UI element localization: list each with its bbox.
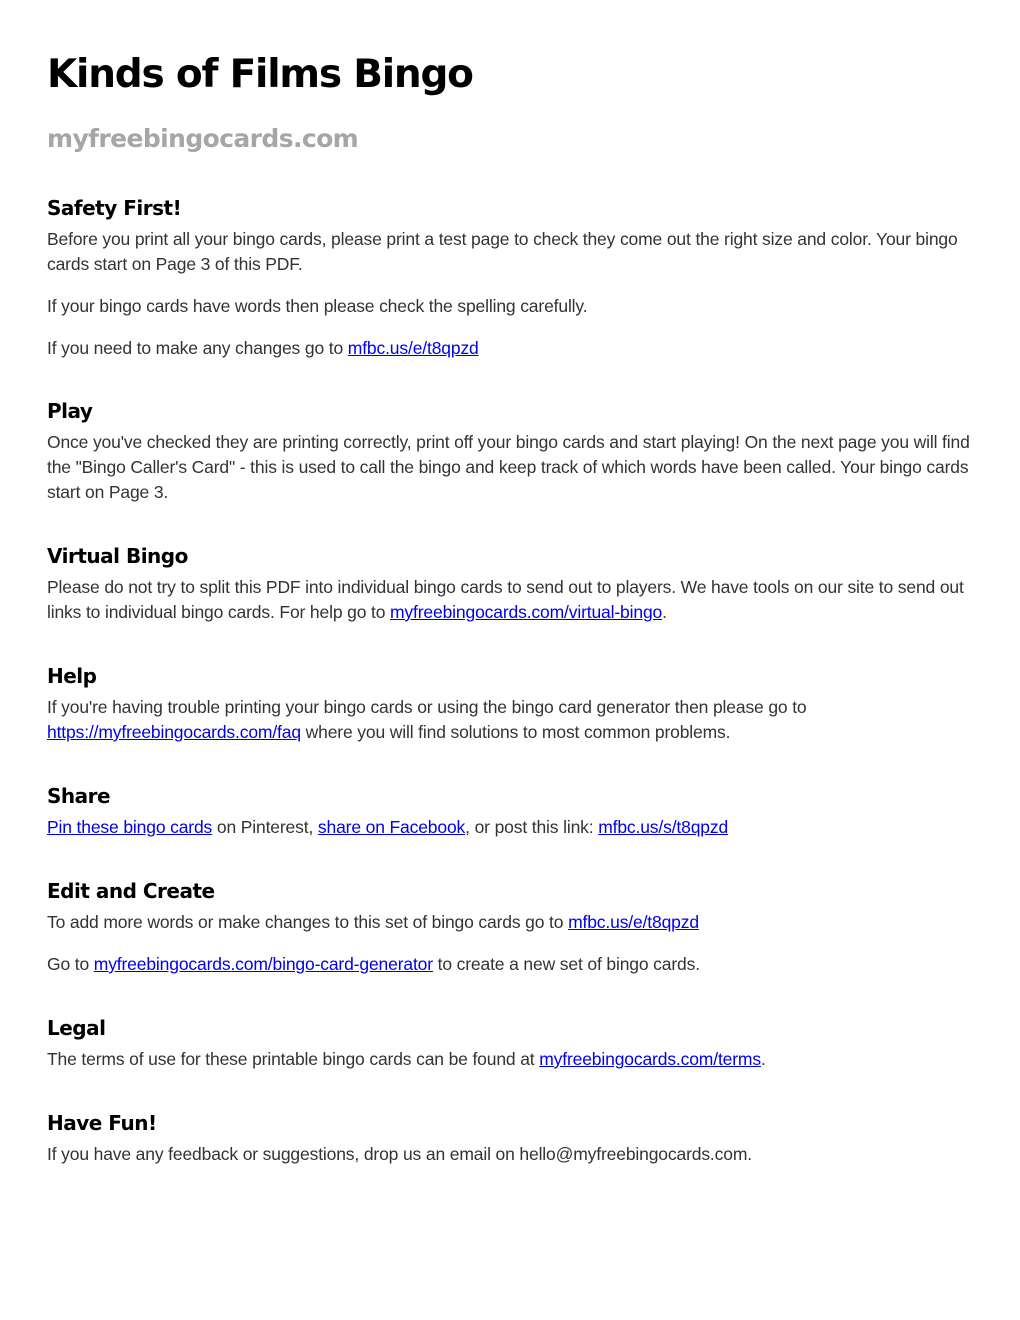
text: . <box>760 1049 766 1069</box>
section-edit-and-create: Edit and Create To add more words or mak… <box>47 878 982 977</box>
safety-paragraph-3: If you need to make any changes go to mf… <box>47 336 982 361</box>
text: The terms of use for these printable bin… <box>47 1049 540 1069</box>
edit-cards-link[interactable]: mfbc.us/e/t8qpzd <box>348 338 479 358</box>
virtual-bingo-link[interactable]: myfreebingocards.com/virtual-bingo <box>390 602 662 622</box>
section-heading: Help <box>47 664 97 688</box>
help-paragraph: If you're having trouble printing your b… <box>47 695 982 745</box>
site-name: myfreebingocards.com <box>47 124 359 153</box>
section-heading: Share <box>47 784 111 808</box>
edit-cards-link[interactable]: mfbc.us/e/t8qpzd <box>568 912 699 932</box>
section-heading: Edit and Create <box>47 879 215 903</box>
virtual-paragraph: Please do not try to split this PDF into… <box>47 575 982 625</box>
play-paragraph: Once you've checked they are printing co… <box>47 432 970 502</box>
terms-link[interactable]: myfreebingocards.com/terms <box>539 1049 761 1069</box>
text: . <box>662 602 667 622</box>
section-heading: Virtual Bingo <box>47 544 188 568</box>
text: , or post this link: <box>465 817 599 837</box>
legal-paragraph: The terms of use for these printable bin… <box>47 1047 982 1072</box>
edit-paragraph-2: Go to myfreebingocards.com/bingo-card-ge… <box>47 952 982 977</box>
text: where you will find solutions to most co… <box>300 722 731 742</box>
text: If you're having trouble printing your b… <box>47 697 807 717</box>
pinterest-link[interactable]: Pin these bingo cards <box>47 817 212 837</box>
text: If you need to make any changes go to <box>47 338 348 358</box>
share-short-link[interactable]: mfbc.us/s/t8qpzd <box>598 817 728 837</box>
text: on Pinterest, <box>212 817 318 837</box>
section-play: Play Once you've checked they are printi… <box>47 398 982 505</box>
section-heading: Play <box>47 399 93 423</box>
facebook-link[interactable]: share on Facebook <box>318 817 465 837</box>
text: to create a new set of bingo cards. <box>432 954 700 974</box>
section-heading: Legal <box>47 1016 106 1040</box>
faq-link[interactable]: https://myfreebingocards.com/faq <box>47 722 301 742</box>
edit-paragraph-1: To add more words or make changes to thi… <box>47 910 982 935</box>
text: Go to <box>47 954 94 974</box>
text: To add more words or make changes to thi… <box>47 912 569 932</box>
section-have-fun: Have Fun! If you have any feedback or su… <box>47 1110 982 1167</box>
section-safety-first: Safety First! Before you print all your … <box>47 195 982 361</box>
document-page: Kinds of Films Bingo myfreebingocards.co… <box>47 48 982 1164</box>
section-heading: Safety First! <box>47 196 182 220</box>
page-title: Kinds of Films Bingo <box>47 52 474 97</box>
safety-paragraph-2: If your bingo cards have words then plea… <box>47 296 588 316</box>
section-share: Share Pin these bingo cards on Pinterest… <box>47 783 982 840</box>
section-legal: Legal The terms of use for these printab… <box>47 1015 982 1072</box>
section-help: Help If you're having trouble printing y… <box>47 663 982 745</box>
share-paragraph: Pin these bingo cards on Pinterest, shar… <box>47 815 982 840</box>
fun-paragraph: If you have any feedback or suggestions,… <box>47 1144 752 1164</box>
section-heading: Have Fun! <box>47 1111 157 1135</box>
generator-link[interactable]: myfreebingocards.com/bingo-card-generato… <box>94 954 433 974</box>
section-virtual-bingo: Virtual Bingo Please do not try to split… <box>47 543 982 625</box>
safety-paragraph-1: Before you print all your bingo cards, p… <box>47 229 958 274</box>
